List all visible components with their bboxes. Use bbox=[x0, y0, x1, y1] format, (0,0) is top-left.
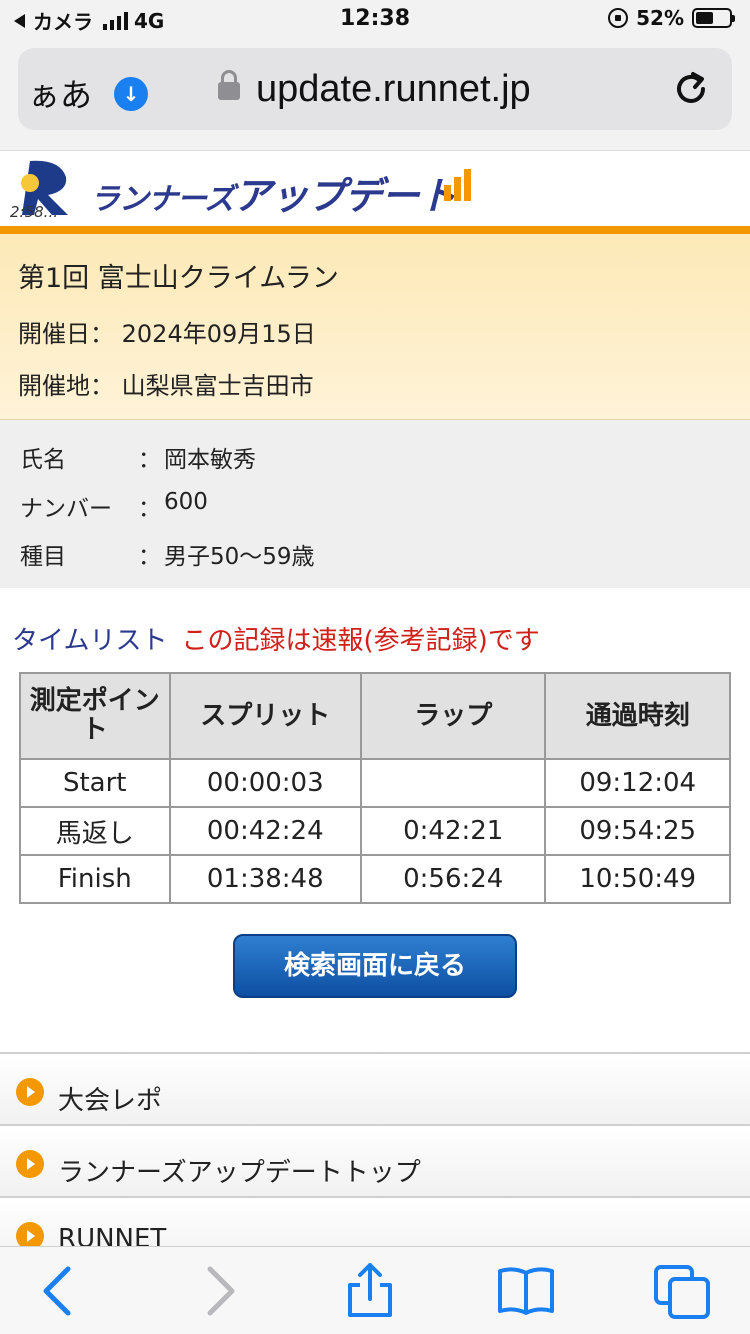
cell-lap: 0:42:21 bbox=[359, 806, 547, 856]
race-info: 第1回 富士山クライムラン 開催日： 2024年09月15日 開催地： 山梨県富… bbox=[0, 234, 750, 420]
arrow-bullet-icon bbox=[16, 1078, 44, 1106]
cell-lap: 0:56:24 bbox=[359, 854, 547, 904]
time-list-title: タイムリスト bbox=[12, 626, 168, 656]
link-race-report[interactable]: 大会レポ bbox=[0, 1052, 750, 1124]
time-table: 測定ポイント スプリット ラップ 通過時刻 Start 00:00:03 09:… bbox=[19, 672, 731, 904]
reload-icon[interactable] bbox=[670, 68, 712, 110]
header-passage: 通過時刻 bbox=[544, 672, 731, 760]
logo-text-big: アップデート bbox=[233, 174, 457, 218]
runner-name-value: 岡本敏秀 bbox=[164, 447, 256, 473]
arrow-bullet-icon bbox=[16, 1150, 44, 1178]
browser-bar: ぁあ ↓ update.runnet.jp bbox=[0, 40, 750, 150]
runner-number-colon: ： bbox=[138, 496, 161, 522]
address-bar[interactable]: ぁあ ↓ update.runnet.jp bbox=[18, 48, 732, 130]
header-lap: ラップ bbox=[359, 672, 547, 760]
link-label: 大会レポ bbox=[58, 1086, 163, 1116]
back-to-search-button[interactable]: 検索画面に戻る bbox=[233, 934, 517, 998]
runner-name-label: 氏名 bbox=[20, 447, 66, 473]
download-icon[interactable]: ↓ bbox=[114, 77, 148, 111]
back-icon[interactable] bbox=[28, 1263, 88, 1319]
race-title: 第1回 富士山クライムラン bbox=[18, 263, 339, 294]
runners-logo-icon[interactable]: 2:58... bbox=[8, 157, 78, 219]
header-divider bbox=[0, 226, 750, 234]
race-date: 開催日： 2024年09月15日 bbox=[18, 314, 316, 349]
runner-category-value: 男子50〜59歳 bbox=[164, 544, 315, 570]
cell-passage: 10:50:49 bbox=[544, 854, 731, 904]
race-place-value: 山梨県富士吉田市 bbox=[121, 372, 314, 400]
cell-point: 馬返し bbox=[19, 806, 171, 856]
browser-toolbar bbox=[0, 1246, 750, 1334]
battery-icon bbox=[692, 8, 735, 28]
race-place: 開催地： 山梨県富士吉田市 bbox=[18, 366, 314, 401]
site-header: 2:58... ランナーズアップデート bbox=[0, 150, 750, 226]
runner-number-label: ナンバー bbox=[20, 496, 112, 522]
cell-passage: 09:54:25 bbox=[544, 806, 731, 856]
time-table-header: 測定ポイント スプリット ラップ 通過時刻 bbox=[19, 672, 731, 760]
cell-passage: 09:12:04 bbox=[544, 758, 731, 808]
race-date-value: 2024年09月15日 bbox=[121, 320, 316, 348]
lock-icon bbox=[218, 70, 240, 100]
link-runners-update-top[interactable]: ランナーズアップデートトップ bbox=[0, 1124, 750, 1196]
logo-text-small: ランナーズ bbox=[90, 182, 234, 217]
race-date-label: 開催日： bbox=[18, 320, 114, 348]
runner-name-colon: ： bbox=[138, 447, 161, 473]
table-row: 馬返し 00:42:24 0:42:21 09:54:25 bbox=[19, 806, 731, 856]
orientation-lock-icon bbox=[608, 8, 629, 28]
battery-percent: 52% bbox=[636, 6, 684, 30]
logo-bars-icon bbox=[444, 169, 471, 201]
runner-info: 氏名 ： 岡本敏秀 ナンバー ： 600 種目 ： 男子50〜59歳 bbox=[0, 420, 750, 588]
status-bar: カメラ 4G 12:38 52% bbox=[0, 0, 750, 40]
share-icon[interactable] bbox=[340, 1263, 400, 1319]
cell-split: 01:38:48 bbox=[168, 854, 362, 904]
runner-category-colon: ： bbox=[138, 544, 161, 570]
link-list: 大会レポ ランナーズアップデートトップ RUNNET bbox=[0, 1052, 750, 1268]
cell-point: Finish bbox=[19, 854, 171, 904]
table-row: Finish 01:38:48 0:56:24 10:50:49 bbox=[19, 854, 731, 904]
table-row: Start 00:00:03 09:12:04 bbox=[19, 758, 731, 808]
cell-lap bbox=[359, 758, 547, 808]
forward-icon[interactable] bbox=[190, 1263, 250, 1319]
url-text[interactable]: update.runnet.jp bbox=[256, 68, 531, 111]
cell-split: 00:42:24 bbox=[168, 806, 362, 856]
cell-point: Start bbox=[19, 758, 171, 808]
header-point: 測定ポイント bbox=[19, 672, 171, 760]
logo-mark-text: 2:58... bbox=[10, 203, 58, 219]
link-label: ランナーズアップデートトップ bbox=[58, 1158, 421, 1188]
status-right: 52% bbox=[608, 6, 735, 30]
header-split: スプリット bbox=[168, 672, 362, 760]
time-list-heading: タイムリスト この記録は速報(参考記録)です bbox=[12, 620, 540, 657]
bookmarks-icon[interactable] bbox=[496, 1263, 556, 1319]
reader-options-button[interactable]: ぁあ bbox=[28, 70, 92, 116]
tabs-icon[interactable] bbox=[652, 1263, 712, 1319]
runner-category-label: 種目 bbox=[20, 544, 66, 570]
logo-text[interactable]: ランナーズアップデート bbox=[90, 165, 457, 220]
battery-fill bbox=[696, 12, 713, 24]
cell-split: 00:00:03 bbox=[168, 758, 362, 808]
runner-number-value: 600 bbox=[164, 489, 208, 515]
race-place-label: 開催地： bbox=[18, 372, 114, 400]
preliminary-note: この記録は速報(参考記録)です bbox=[181, 626, 540, 656]
